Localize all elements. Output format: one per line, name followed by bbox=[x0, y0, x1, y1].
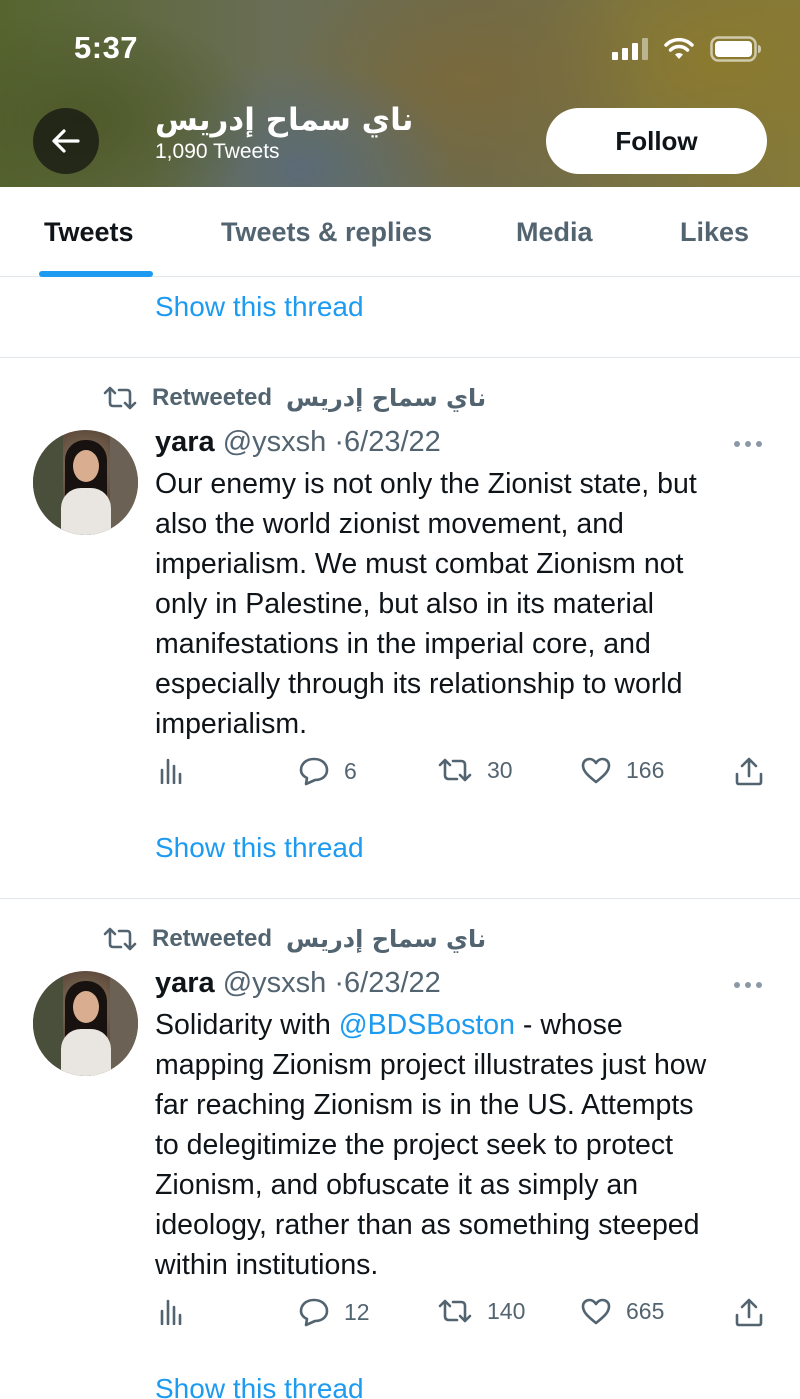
profile-name: ناي سماح إدريس bbox=[155, 102, 414, 138]
author-handle[interactable]: @ysxsh bbox=[223, 967, 327, 999]
retweet-button[interactable]: 140 bbox=[437, 1297, 525, 1325]
tweet-count: 1,090 Tweets bbox=[155, 140, 280, 163]
like-count: 166 bbox=[626, 756, 665, 783]
retweet-icon bbox=[438, 758, 472, 782]
separator-dot: · bbox=[334, 426, 345, 458]
profile-tabs: Tweets Tweets & replies Media Likes bbox=[0, 187, 800, 277]
tweet-line: only in Palestine, but also in its mater… bbox=[155, 588, 655, 620]
reply-button[interactable]: 12 bbox=[298, 1297, 370, 1327]
tweet-actions: 6 30 166 bbox=[0, 756, 800, 796]
retweet-context: Retweeted ناي سماح إدريس bbox=[102, 384, 486, 412]
tweet-line: especially through its relationship to w… bbox=[155, 668, 683, 700]
like-button[interactable]: 665 bbox=[580, 1297, 664, 1325]
reply-count: 12 bbox=[344, 1298, 370, 1325]
tweet-line: Zionism, and obfuscate it as simply an bbox=[155, 1169, 639, 1201]
tweet-date[interactable]: 6/23/22 bbox=[344, 967, 441, 999]
like-icon bbox=[581, 757, 611, 784]
status-time: 5:37 bbox=[74, 30, 139, 65]
analytics-button[interactable] bbox=[158, 1297, 186, 1325]
back-arrow-icon bbox=[52, 129, 80, 153]
tab-tweets[interactable]: Tweets bbox=[44, 217, 134, 248]
author-name[interactable]: yara bbox=[155, 426, 215, 458]
retweet-count: 30 bbox=[487, 756, 513, 783]
like-button[interactable]: 166 bbox=[580, 756, 664, 784]
tweet-line: imperialism. bbox=[155, 708, 308, 740]
tweet[interactable]: Retweeted ناي سماح إدريس yara @ysxsh ·6/… bbox=[0, 358, 800, 898]
tweet-line: far reaching Zionism is in the US. Attem… bbox=[155, 1089, 694, 1121]
back-button[interactable] bbox=[33, 108, 99, 174]
show-thread-link[interactable]: Show this thread bbox=[155, 832, 364, 864]
tweet-text-segment: - whose bbox=[515, 1009, 623, 1041]
cellular-signal-icon bbox=[612, 38, 648, 60]
follow-button[interactable]: Follow bbox=[546, 108, 767, 174]
analytics-icon bbox=[160, 1299, 182, 1325]
show-thread-link[interactable]: Show this thread bbox=[155, 1373, 364, 1399]
status-icons bbox=[612, 36, 762, 62]
share-button[interactable] bbox=[734, 1297, 764, 1327]
tab-media[interactable]: Media bbox=[516, 217, 593, 248]
author-name[interactable]: yara bbox=[155, 967, 215, 999]
tweet-line: also the world zionist movement, and bbox=[155, 508, 624, 540]
tab-tweets-replies[interactable]: Tweets & replies bbox=[221, 217, 432, 248]
retweet-icon bbox=[438, 1299, 472, 1323]
tweet-line: Our enemy is not only the Zionist state,… bbox=[155, 468, 697, 500]
retweeted-label: Retweeted bbox=[152, 384, 273, 411]
tweet-line: imperialism. We must combat Zionism not bbox=[155, 548, 684, 580]
avatar[interactable] bbox=[33, 971, 138, 1076]
retweet-count: 140 bbox=[487, 1297, 526, 1324]
reply-count: 6 bbox=[344, 757, 357, 784]
retweet-icon bbox=[103, 386, 137, 410]
author-handle[interactable]: @ysxsh bbox=[223, 426, 327, 458]
retweeter-name[interactable]: ناي سماح إدريس bbox=[286, 925, 486, 953]
like-icon bbox=[581, 1298, 611, 1325]
avatar[interactable] bbox=[33, 430, 138, 535]
show-thread-link[interactable]: Show this thread bbox=[155, 291, 364, 323]
share-button[interactable] bbox=[734, 756, 764, 786]
tweet-line: to delegitimize the project seek to prot… bbox=[155, 1129, 674, 1161]
analytics-icon bbox=[160, 758, 182, 784]
like-count: 665 bbox=[626, 1297, 665, 1324]
tweet-text: Solidarity with @BDSBoston - whose mappi… bbox=[155, 1005, 775, 1285]
retweet-button[interactable]: 30 bbox=[437, 756, 513, 784]
tweet-actions: 12 140 665 bbox=[0, 1297, 800, 1337]
reply-button[interactable]: 6 bbox=[298, 756, 357, 786]
more-icon[interactable] bbox=[734, 441, 762, 447]
tab-likes[interactable]: Likes bbox=[680, 217, 749, 248]
wifi-icon bbox=[664, 38, 694, 60]
tweet-header: yara @ysxsh ·6/23/22 bbox=[155, 426, 441, 459]
retweeter-name[interactable]: ناي سماح إدريس bbox=[286, 384, 486, 412]
tweet-date[interactable]: 6/23/22 bbox=[344, 426, 441, 458]
battery-icon bbox=[710, 36, 762, 62]
retweet-icon bbox=[103, 927, 137, 951]
tweet[interactable]: Retweeted ناي سماح إدريس yara @ysxsh ·6/… bbox=[0, 899, 800, 1399]
reply-icon bbox=[299, 1298, 329, 1327]
share-icon bbox=[735, 757, 763, 786]
tweet-line: within institutions. bbox=[155, 1249, 379, 1281]
retweeted-label: Retweeted bbox=[152, 925, 273, 952]
tweet-text-segment: Solidarity with bbox=[155, 1009, 339, 1041]
tweet-line: ideology, rather than as something steep… bbox=[155, 1209, 700, 1241]
tweet-text: Our enemy is not only the Zionist state,… bbox=[155, 464, 775, 744]
separator-dot: · bbox=[334, 967, 345, 999]
tweet-line: Solidarity with @BDSBoston - whose bbox=[155, 1005, 775, 1045]
share-icon bbox=[735, 1298, 763, 1327]
active-tab-indicator bbox=[39, 271, 153, 277]
retweet-context: Retweeted ناي سماح إدريس bbox=[102, 925, 486, 953]
reply-icon bbox=[299, 757, 329, 786]
mention-link[interactable]: @BDSBoston bbox=[339, 1009, 515, 1041]
more-icon[interactable] bbox=[734, 982, 762, 988]
tweet-line: mapping Zionism project illustrates just… bbox=[155, 1049, 707, 1081]
tweet-line: manifestations in the imperial core, and bbox=[155, 628, 651, 660]
tweet-header: yara @ysxsh ·6/23/22 bbox=[155, 967, 441, 1000]
analytics-button[interactable] bbox=[158, 756, 186, 784]
